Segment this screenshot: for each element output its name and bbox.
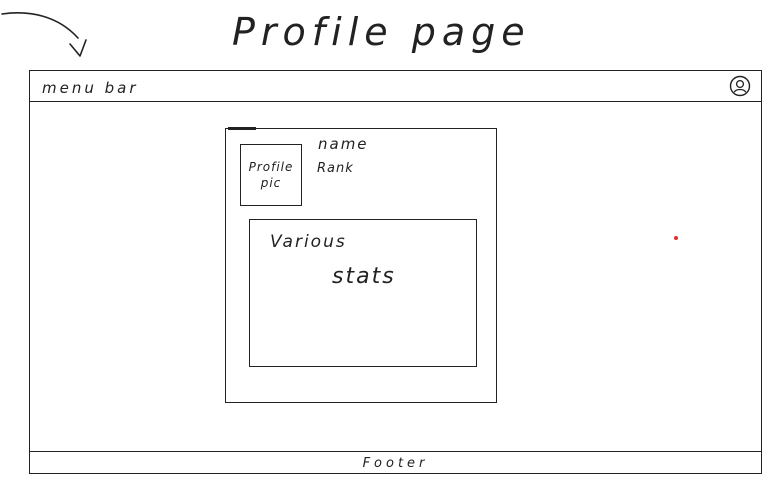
profile-pic-label-line2: pic	[260, 176, 282, 190]
profile-name: name	[318, 135, 369, 153]
profile-rank: Rank	[317, 161, 354, 176]
footer: Footer	[30, 451, 761, 473]
stats-heading: Various	[270, 232, 347, 252]
stats-label: stats	[332, 264, 396, 289]
curved-arrow-icon	[1, 12, 87, 57]
marker-dot	[674, 236, 678, 240]
browser-frame: menu bar Profile pic name Rank Various s…	[29, 70, 762, 474]
menu-bar-label: menu bar	[42, 79, 139, 97]
stats-panel: Various stats	[249, 219, 477, 367]
profile-pic[interactable]: Profile pic	[240, 144, 302, 206]
user-circle-icon[interactable]	[729, 75, 751, 97]
profile-pic-label: Profile pic	[249, 159, 294, 191]
menu-bar[interactable]: menu bar	[30, 71, 761, 102]
footer-label: Footer	[362, 456, 429, 471]
card-accent-line	[228, 127, 256, 130]
profile-pic-label-line1: Profile	[248, 160, 294, 174]
profile-card: Profile pic name Rank Various stats	[225, 127, 497, 403]
page-title: Profile page	[232, 10, 531, 54]
